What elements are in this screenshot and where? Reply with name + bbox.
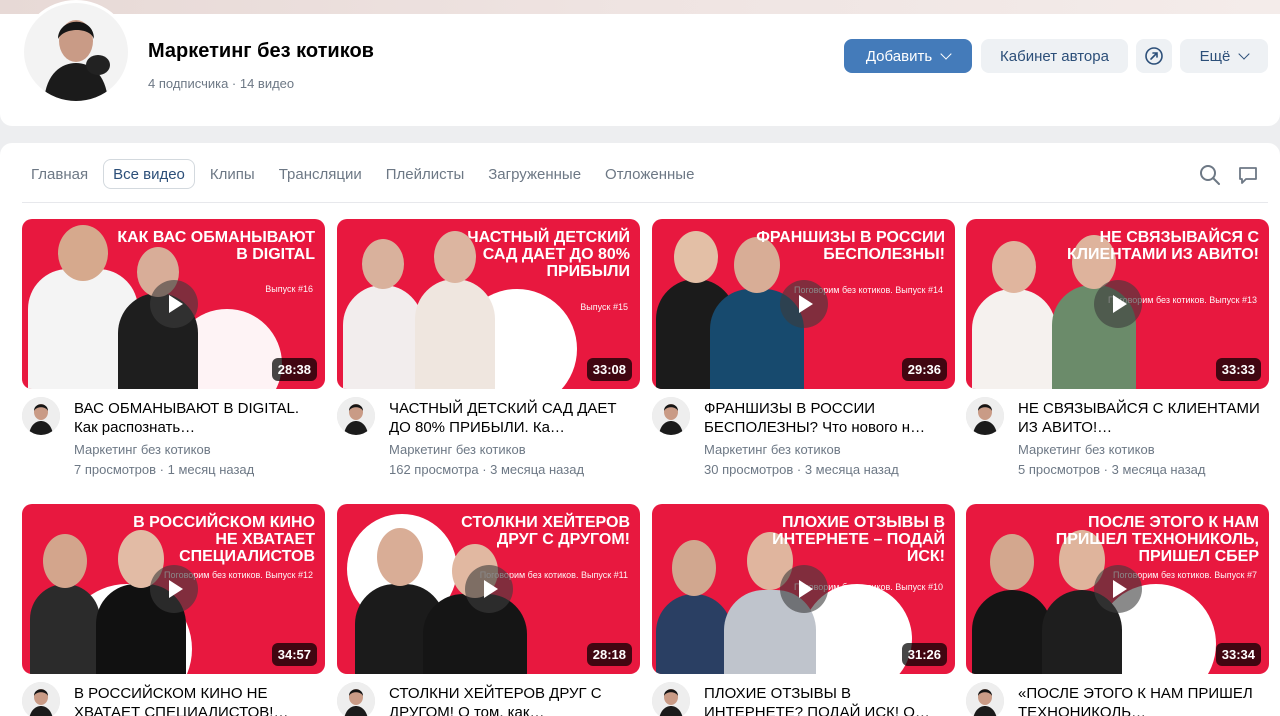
tab-all-videos[interactable]: Все видео [103, 159, 195, 189]
thumbnail-title: ПЛОХИЕ ОТЗЫВЫ В ИНТЕРНЕТЕ – ПОДАЙ ИСК! [772, 514, 945, 565]
video-meta: 30 просмотров · 3 месяца назад [704, 462, 899, 477]
play-icon[interactable] [779, 565, 828, 613]
video-meta: 162 просмотра · 3 месяца назад [389, 462, 585, 477]
tabs-divider [22, 202, 1268, 203]
video-duration: 34:57 [271, 643, 317, 666]
add-button[interactable]: Добавить [844, 39, 972, 73]
channel-meta: 4 подписчика · 14 видео [148, 76, 295, 91]
video-thumbnail[interactable]: ФРАНШИЗЫ В РОССИИ БЕСПОЛЕЗНЫ! Поговорим … [652, 219, 955, 389]
video-channel[interactable]: Маркетинг без котиков [389, 442, 526, 457]
thumbnail-title: НЕ СВЯЗЫВАЙСЯ С КЛИЕНТАМИ ИЗ АВИТО! [1066, 229, 1259, 263]
share-button[interactable] [1136, 39, 1172, 73]
video-title[interactable]: В РОССИЙСКОМ КИНО НЕ ХВАТАЕТ СПЕЦИАЛИСТО… [74, 684, 319, 716]
more-button-label: Ещё [1199, 47, 1231, 65]
thumbnail-title: ЧАСТНЫЙ ДЕТСКИЙ САД ДАЕТ ДО 80% ПРИБЫЛИ [467, 229, 630, 280]
video-title[interactable]: ВАС ОБМАНЫВАЮТ В DIGITAL. Как распознать… [74, 399, 319, 437]
thumbnail-title: КАК ВАС ОБМАНЫВАЮТ В DIGITAL [117, 229, 315, 263]
tab-uploaded[interactable]: Загруженные [479, 159, 590, 189]
video-duration: 33:34 [1215, 643, 1261, 666]
channel-title: Маркетинг без котиков [148, 40, 374, 62]
channel-avatar-small[interactable] [22, 397, 60, 435]
thumbnail-subtitle: Выпуск #16 [265, 284, 313, 294]
add-button-label: Добавить [865, 47, 933, 65]
video-duration: 29:36 [901, 358, 947, 381]
video-thumbnail[interactable]: НЕ СВЯЗЫВАЙСЯ С КЛИЕНТАМИ ИЗ АВИТО! Пого… [966, 219, 1269, 389]
search-icon[interactable] [1199, 164, 1221, 186]
channel-avatar-small[interactable] [337, 682, 375, 716]
thumbnail-title: СТОЛКНИ ХЕЙТЕРОВ ДРУГ С ДРУГОМ! [461, 514, 630, 548]
video-duration: 31:26 [901, 643, 947, 666]
channel-avatar-small[interactable] [22, 682, 60, 716]
video-thumbnail[interactable]: КАК ВАС ОБМАНЫВАЮТ В DIGITAL Выпуск #16 … [22, 219, 325, 389]
more-button[interactable]: Ещё [1180, 39, 1268, 73]
video-thumbnail[interactable]: ЧАСТНЫЙ ДЕТСКИЙ САД ДАЕТ ДО 80% ПРИБЫЛИ … [337, 219, 640, 389]
play-icon[interactable] [779, 280, 828, 328]
thumbnail-title: ФРАНШИЗЫ В РОССИИ БЕСПОЛЕЗНЫ! [756, 229, 945, 263]
channel-avatar-small[interactable] [966, 397, 1004, 435]
video-thumbnail[interactable]: СТОЛКНИ ХЕЙТЕРОВ ДРУГ С ДРУГОМ! Поговори… [337, 504, 640, 674]
chevron-down-icon [1238, 48, 1251, 60]
channel-avatar-small[interactable] [337, 397, 375, 435]
chat-icon[interactable] [1237, 164, 1259, 186]
video-title[interactable]: ПЛОХИЕ ОТЗЫВЫ В ИНТЕРНЕТЕ? ПОДАЙ ИСК! О… [704, 684, 949, 716]
play-icon[interactable] [1093, 565, 1142, 613]
chevron-down-icon [940, 48, 952, 60]
video-title[interactable]: СТОЛКНИ ХЕЙТЕРОВ ДРУГ С ДРУГОМ! О том, к… [389, 684, 634, 716]
video-title[interactable]: ЧАСТНЫЙ ДЕТСКИЙ САД ДАЕТ ДО 80% ПРИБЫЛИ.… [389, 399, 634, 437]
video-thumbnail[interactable]: В РОССИЙСКОМ КИНО НЕ ХВАТАЕТ СПЕЦИАЛИСТО… [22, 504, 325, 674]
thumbnail-subtitle: Выпуск #15 [580, 302, 628, 312]
video-duration: 28:38 [271, 358, 317, 381]
channel-avatar-small[interactable] [966, 682, 1004, 716]
tab-main[interactable]: Главная [22, 159, 97, 189]
video-meta: 5 просмотров · 3 месяца назад [1018, 462, 1206, 477]
play-icon[interactable] [150, 280, 198, 328]
video-duration: 33:08 [586, 358, 632, 381]
play-icon[interactable] [1093, 280, 1142, 328]
tab-scheduled[interactable]: Отложенные [596, 159, 703, 189]
play-icon[interactable] [464, 565, 513, 613]
video-title[interactable]: ФРАНШИЗЫ В РОССИИ БЕСПОЛЕЗНЫ? Что нового… [704, 399, 949, 437]
tab-playlists[interactable]: Плейлисты [377, 159, 474, 189]
tab-streams[interactable]: Трансляции [270, 159, 371, 189]
video-thumbnail[interactable]: ПЛОХИЕ ОТЗЫВЫ В ИНТЕРНЕТЕ – ПОДАЙ ИСК! П… [652, 504, 955, 674]
video-title[interactable]: «ПОСЛЕ ЭТОГО К НАМ ПРИШЕЛ ТЕХНОНИКОЛЬ… [1018, 684, 1263, 716]
channel-avatar-small[interactable] [652, 397, 690, 435]
channel-avatar[interactable] [21, 0, 131, 104]
share-arrow-icon [1145, 47, 1163, 65]
author-cabinet-button[interactable]: Кабинет автора [981, 39, 1128, 73]
video-channel[interactable]: Маркетинг без котиков [74, 442, 211, 457]
video-thumbnail[interactable]: ПОСЛЕ ЭТОГО К НАМ ПРИШЕЛ ТЕХНОНИКОЛЬ, ПР… [966, 504, 1269, 674]
play-icon[interactable] [149, 565, 198, 613]
channel-avatar-small[interactable] [652, 682, 690, 716]
thumbnail-title: ПОСЛЕ ЭТОГО К НАМ ПРИШЕЛ ТЕХНОНИКОЛЬ, ПР… [1055, 514, 1259, 565]
video-meta: 7 просмотров · 1 месяц назад [74, 462, 255, 477]
author-cabinet-label: Кабинет автора [1000, 47, 1109, 65]
video-duration: 33:33 [1215, 358, 1261, 381]
video-channel[interactable]: Маркетинг без котиков [1018, 442, 1155, 457]
thumbnail-title: В РОССИЙСКОМ КИНО НЕ ХВАТАЕТ СПЕЦИАЛИСТО… [133, 514, 315, 565]
tab-clips[interactable]: Клипы [201, 159, 264, 189]
video-duration: 28:18 [586, 643, 632, 666]
tabs-bar: Главная Все видео Клипы Трансляции Плейл… [22, 159, 709, 189]
video-channel[interactable]: Маркетинг без котиков [704, 442, 841, 457]
video-title[interactable]: НЕ СВЯЗЫВАЙСЯ С КЛИЕНТАМИ ИЗ АВИТО!… [1018, 399, 1263, 437]
